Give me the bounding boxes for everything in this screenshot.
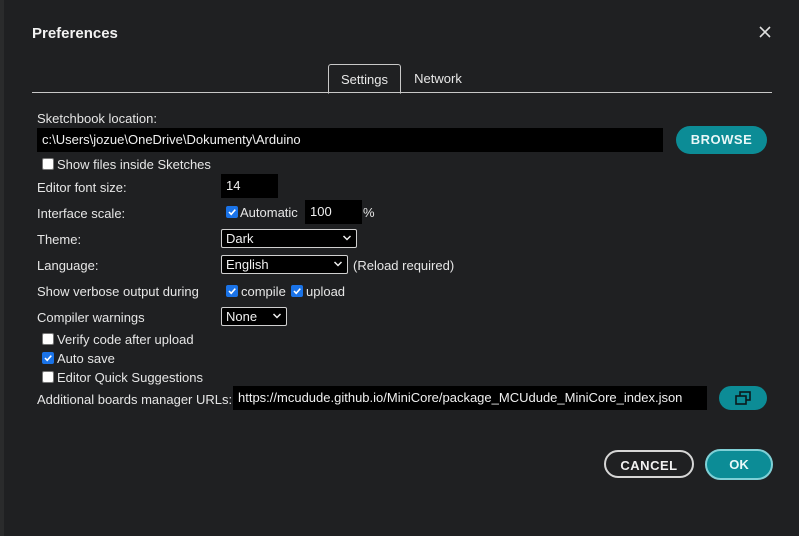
language-select[interactable]: English (221, 255, 348, 274)
verbose-compile-checkbox[interactable] (226, 285, 238, 297)
chevron-down-icon (342, 235, 352, 241)
interface-scale-label: Interface scale: (37, 206, 126, 221)
sketchbook-label: Sketchbook location: (37, 111, 157, 126)
verbose-label: Show verbose output during (37, 284, 199, 299)
language-note: (Reload required) (353, 258, 455, 273)
compiler-warnings-label: Compiler warnings (37, 310, 145, 325)
autosave-label: Auto save (57, 351, 115, 366)
scale-automatic-label: Automatic (240, 205, 298, 220)
check-icon (44, 355, 52, 362)
show-files-label: Show files inside Sketches (57, 157, 211, 172)
verbose-compile-label: compile (241, 284, 286, 299)
language-label: Language: (37, 258, 99, 273)
ok-button[interactable]: OK (705, 449, 773, 480)
check-icon (293, 288, 301, 295)
quick-suggestions-label: Editor Quick Suggestions (57, 370, 203, 385)
quick-suggestions-checkbox[interactable] (42, 371, 54, 383)
verify-label: Verify code after upload (57, 332, 194, 347)
chevron-down-icon (272, 313, 282, 319)
language-value: English (226, 257, 269, 272)
theme-select[interactable]: Dark (221, 229, 357, 248)
preferences-dialog: Preferences Settings Network Sketchbook … (4, 0, 799, 536)
verbose-upload-label: upload (306, 284, 346, 299)
cancel-button[interactable]: CANCEL (604, 450, 694, 478)
scale-value-input[interactable]: 100 (305, 200, 362, 224)
show-files-checkbox[interactable] (42, 158, 54, 170)
scale-unit: % (363, 205, 375, 220)
verify-checkbox[interactable] (42, 333, 54, 345)
boards-urls-label: Additional boards manager URLs: (37, 392, 233, 407)
dialog-title: Preferences (32, 25, 118, 42)
tab-settings[interactable]: Settings (328, 64, 401, 94)
verbose-upload-checkbox[interactable] (291, 285, 303, 297)
autosave-checkbox[interactable] (42, 352, 54, 364)
browse-button[interactable]: BROWSE (676, 126, 767, 154)
compiler-warnings-value: None (226, 309, 258, 324)
theme-value: Dark (226, 231, 254, 246)
compiler-warnings-select[interactable]: None (221, 307, 287, 326)
tab-network[interactable]: Network (408, 64, 468, 93)
boards-urls-input[interactable]: https://mcudude.github.io/MiniCore/packa… (233, 386, 707, 410)
open-window-icon (735, 391, 751, 405)
tab-divider (32, 92, 772, 93)
sketchbook-path-input[interactable]: c:\Users\jozue\OneDrive\Dokumenty\Arduin… (37, 128, 663, 152)
close-icon[interactable] (755, 22, 775, 42)
check-icon (228, 209, 236, 216)
theme-label: Theme: (37, 232, 82, 247)
open-urls-editor-button[interactable] (719, 386, 767, 410)
chevron-down-icon (333, 261, 343, 267)
font-size-input[interactable]: 14 (221, 174, 278, 198)
check-icon (228, 288, 236, 295)
font-size-label: Editor font size: (37, 180, 127, 195)
scale-automatic-checkbox[interactable] (226, 206, 238, 218)
